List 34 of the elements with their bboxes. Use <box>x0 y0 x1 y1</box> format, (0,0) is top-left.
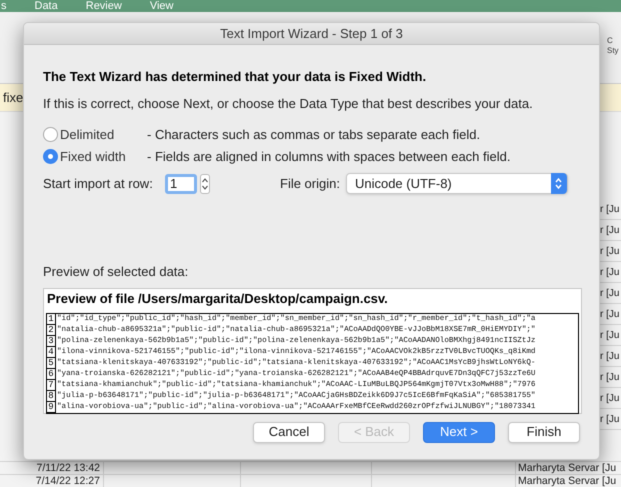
line-number: 9 <box>47 402 56 413</box>
radio-option[interactable]: Delimited <box>43 125 147 144</box>
option-description: - Characters such as commas or tabs separate each field. <box>147 126 480 144</box>
preview-title: Preview of file /Users/margarita/Desktop/campaign.csv. <box>46 290 389 308</box>
dialog-button[interactable]: Finish <box>508 422 580 442</box>
file-origin-dropdown[interactable]: Unicode (UTF-8) <box>346 173 568 194</box>
line-number: 8 <box>47 391 56 402</box>
instruction-text: If this is correct, choose Next, or choose the Data Type that best describes your data. <box>43 94 534 113</box>
dialog-button[interactable]: Cancel <box>253 422 325 442</box>
dropdown-arrows-icon <box>550 173 567 194</box>
table-cell: 7/11/22 13:42 <box>0 462 104 474</box>
line-number: 6 <box>47 369 56 380</box>
start-row-label: Start import at row: <box>43 174 154 193</box>
line-number: 1 <box>47 314 56 325</box>
dialog-button[interactable]: Next > <box>423 422 495 442</box>
table-cell-text: Marharyta Servar [Ju <box>517 462 618 474</box>
window-title: Text Import Wizard - Step 1 of 3 <box>220 24 403 43</box>
style-label[interactable]: C <box>607 36 613 46</box>
option-description: - Fields are aligned in columns with spaces between each field. <box>147 148 510 166</box>
line-number: 5 <box>47 358 56 369</box>
line-number: 7 <box>47 380 56 391</box>
line-number: 3 <box>47 336 56 347</box>
table-cell: 7/14/22 12:27 <box>0 475 104 487</box>
line-number: 4 <box>47 347 56 358</box>
style-label[interactable]: Sty <box>607 46 619 56</box>
file-origin-label: File origin: <box>280 174 340 193</box>
message-text: fixe <box>2 88 24 107</box>
radio-option[interactable]: Fixed width <box>43 146 147 166</box>
table-cell-text: Marharyta Servar [Ju <box>517 475 618 487</box>
line-number: 2 <box>47 325 56 336</box>
heading-text: The Text Wizard has determined that your data is Fixed Width. <box>43 68 428 86</box>
preview-label: Preview of selected data: <box>43 263 190 281</box>
start-row-field[interactable]: 1 <box>165 174 197 194</box>
stepper-icon[interactable] <box>200 174 210 194</box>
